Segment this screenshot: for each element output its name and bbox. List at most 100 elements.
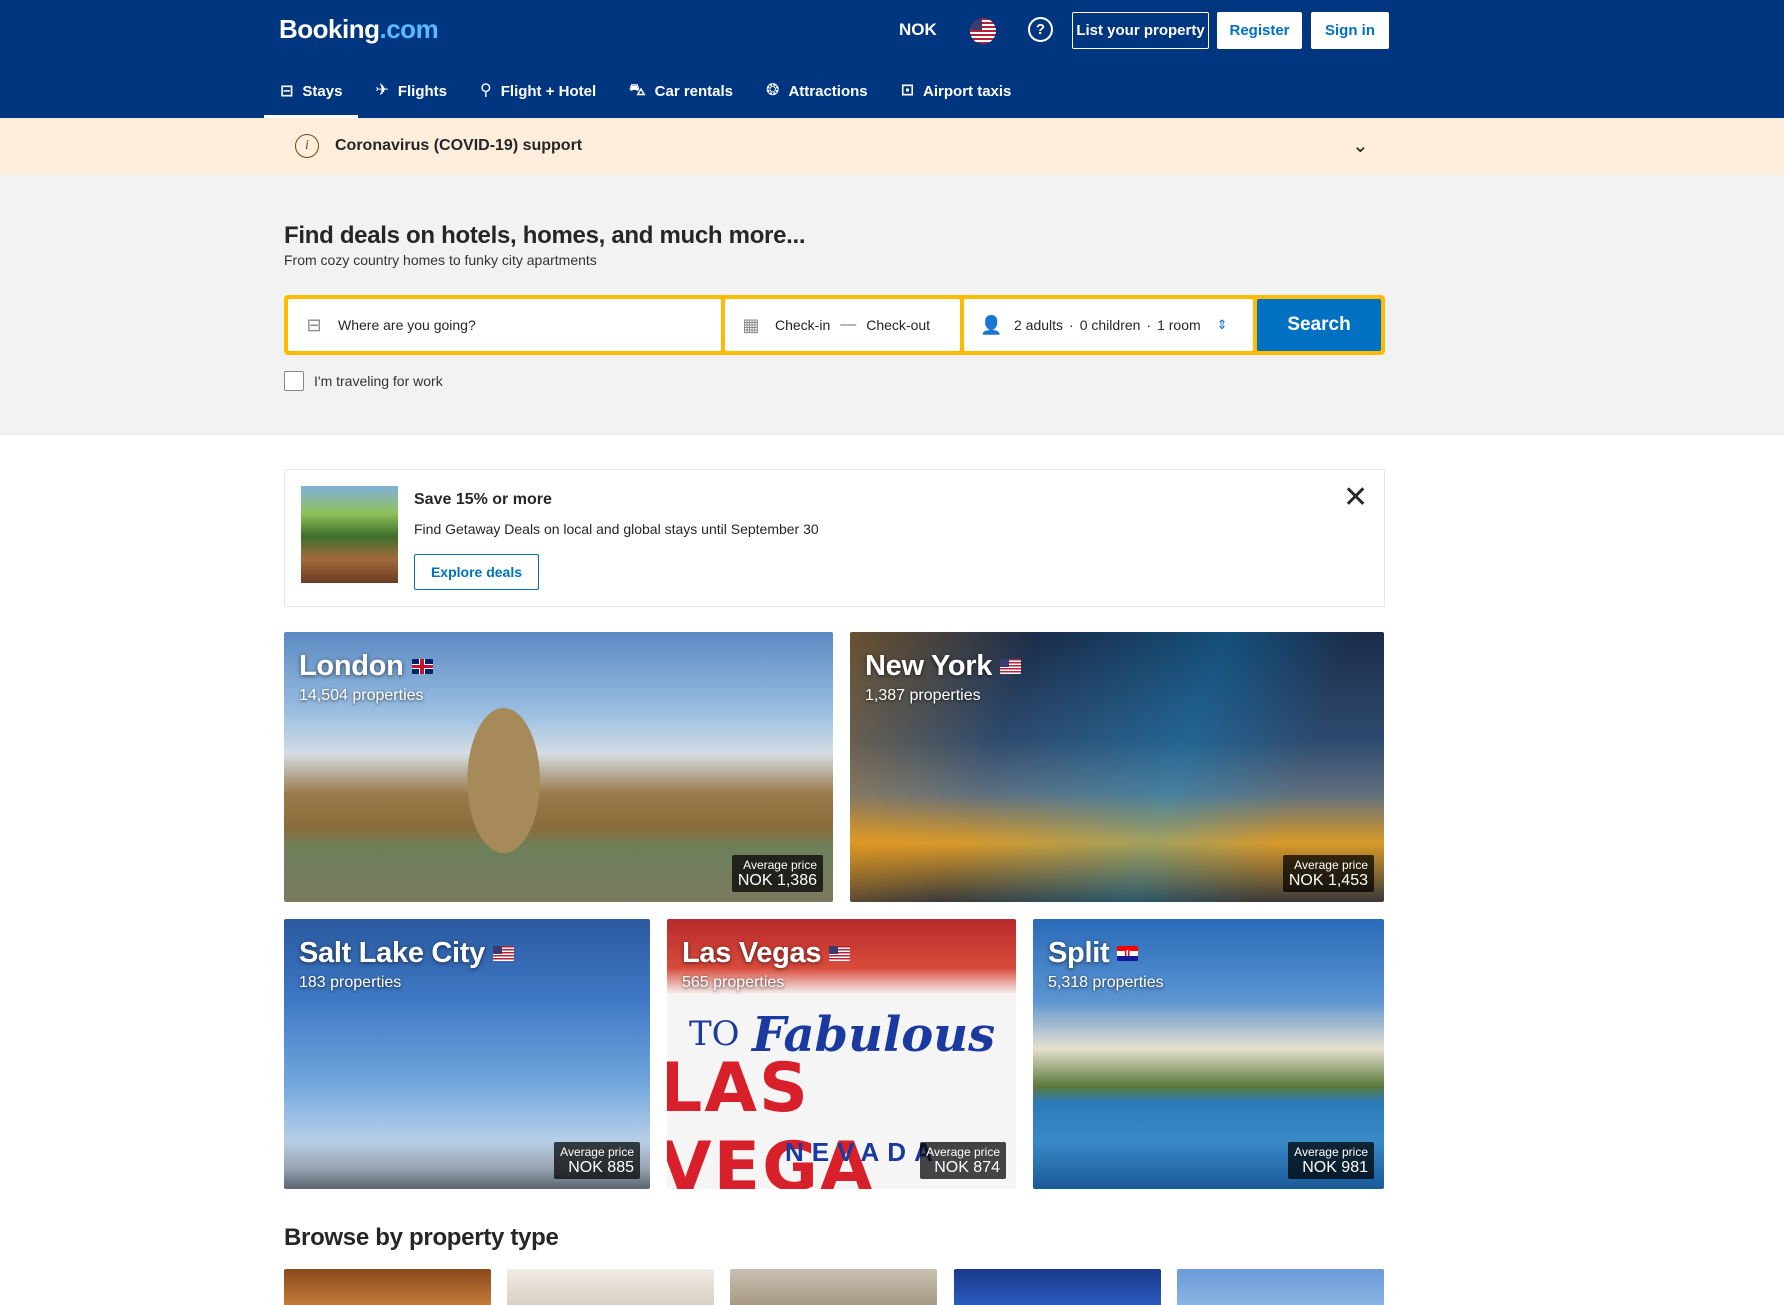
price-badge: Average price NOK 1,386 [731,855,823,892]
price-badge: Average price NOK 981 [1288,1142,1374,1179]
us-flag-icon [1000,659,1022,674]
city-title: Las Vegas [682,937,851,970]
chevron-down-icon[interactable]: ⌄ [1352,133,1369,158]
price-label: Average price [1294,858,1368,872]
property-type-card[interactable] [284,1269,491,1305]
us-flag-icon [829,946,851,961]
price-value: NOK 1,453 [1288,872,1368,889]
guests-separator: · [1146,317,1152,333]
search-bar: ⊟ Where are you going? ▦ Check-in — Chec… [284,295,1385,355]
uk-flag-icon [411,659,433,674]
destination-placeholder: Where are you going? [338,317,476,333]
question-icon[interactable]: ? [1028,17,1053,42]
property-type-card[interactable] [954,1269,1161,1305]
tab-label: Car rentals [654,82,734,100]
work-travel-option[interactable]: I'm traveling for work [284,371,443,391]
property-count: 565 properties [682,974,785,991]
register-button[interactable]: Register [1217,12,1302,49]
destination-card-split[interactable]: Split 5,318 properties Average price NOK… [1033,919,1384,1189]
covid-banner[interactable]: i Coronavirus (COVID-19) support ⌄ [0,118,1784,175]
explore-deals-button[interactable]: Explore deals [414,554,539,590]
tab-stays[interactable]: ⊟ Stays [264,68,359,118]
property-type-card[interactable] [730,1269,937,1305]
destination-card-salt-lake-city[interactable]: Salt Lake City 183 properties Average pr… [284,919,650,1189]
car-icon: ⛍ [629,82,646,99]
city-title: New York [865,650,1022,683]
city-name: Las Vegas [682,937,822,969]
tab-label: Flights [397,82,448,100]
check-in-label: Check-in [775,317,831,333]
tab-car-rentals[interactable]: ⛍ Car rentals [613,68,749,114]
nav-tabs: ⊟ Stays ✈ Flights ⚲ Flight + Hotel ⛍ Car… [264,68,1028,118]
city-title: London [299,650,433,683]
tab-airport-taxis[interactable]: ⊡ Airport taxis [885,68,1028,114]
booking-logo[interactable]: Booking.com [279,14,439,45]
hero-section: Find deals on hotels, homes, and much mo… [0,175,1784,435]
sign-image-text: TO [689,1014,740,1054]
page-title: Find deals on hotels, homes, and much mo… [284,222,806,249]
ferris-wheel-icon: ❂ [766,82,780,99]
adults-count: 2 adults [1014,317,1064,333]
plane-icon: ✈ [375,82,389,99]
promo-image [301,486,398,583]
promo-text: Find Getaway Deals on local and global s… [414,521,819,537]
tab-flights[interactable]: ✈ Flights [359,68,463,114]
taxi-icon: ⊡ [900,82,915,99]
tab-label: Stays [302,83,343,100]
promo-banner: Save 15% or more Find Getaway Deals on l… [284,469,1385,607]
date-picker[interactable]: ▦ Check-in — Check-out [725,299,960,351]
info-icon: i [295,134,319,158]
city-name: London [299,650,404,682]
property-type-card[interactable] [507,1269,714,1305]
city-name: New York [865,650,993,682]
price-badge: Average price NOK 885 [554,1142,640,1179]
list-property-button[interactable]: List your property [1072,12,1209,49]
up-down-chevron-icon: ⇕ [1216,317,1228,332]
price-value: NOK 885 [568,1159,634,1176]
property-count: 1,387 properties [865,687,981,704]
search-button[interactable]: Search [1257,299,1381,351]
us-flag-icon [493,946,514,961]
guests-separator: · [1069,317,1074,333]
header: Booking.com NOK ? List your property Reg… [0,0,1784,118]
property-type-card[interactable] [1177,1269,1384,1305]
price-label: Average price [926,1145,1000,1159]
price-badge: Average price NOK 1,453 [1282,855,1374,892]
price-badge: Average price NOK 874 [920,1142,1006,1179]
logo-suffix: .com [379,14,439,44]
guests-selector[interactable]: 👤 2 adults · 0 children · 1 room ⇕ [964,299,1253,351]
currency-selector[interactable]: NOK [899,20,937,40]
us-flag-icon[interactable] [970,18,996,44]
destination-input[interactable]: ⊟ Where are you going? [288,299,721,351]
sign-in-button[interactable]: Sign in [1311,12,1389,49]
date-separator: — [840,316,857,333]
work-travel-label: I'm traveling for work [314,373,443,389]
tab-label: Flight + Hotel [500,82,597,100]
property-count: 183 properties [299,974,402,991]
destination-card-las-vegas[interactable]: TO Fabulous LAS VEGA NEVADA Las Vegas 56… [667,919,1016,1189]
promo-title: Save 15% or more [414,491,552,508]
bed-icon: ⊟ [280,82,294,100]
destination-card-new-york[interactable]: New York 1,387 properties Average price … [850,632,1384,902]
check-out-label: Check-out [866,317,931,333]
property-count: 5,318 properties [1048,974,1164,991]
plane-bed-icon: ⚲ [480,82,492,99]
destination-card-london[interactable]: London 14,504 properties Average price N… [284,632,833,902]
price-value: NOK 1,386 [737,872,817,889]
close-icon[interactable]: ✕ [1343,483,1368,513]
property-count: 14,504 properties [299,687,424,704]
logo-main: Booking [279,14,380,44]
price-value: NOK 981 [1302,1159,1368,1176]
price-label: Average price [1294,1145,1368,1159]
children-count: 0 children [1079,317,1141,333]
bed-icon: ⊟ [306,314,322,335]
tab-attractions[interactable]: ❂ Attractions [750,68,884,114]
city-name: Split [1048,937,1110,969]
section-title: Browse by property type [284,1224,559,1251]
work-travel-checkbox[interactable] [284,371,304,391]
covid-banner-text: Coronavirus (COVID-19) support [335,137,583,154]
price-label: Average price [560,1145,634,1159]
city-name: Salt Lake City [299,937,485,969]
price-value: NOK 874 [934,1159,1000,1176]
tab-flight-hotel[interactable]: ⚲ Flight + Hotel [464,68,612,114]
